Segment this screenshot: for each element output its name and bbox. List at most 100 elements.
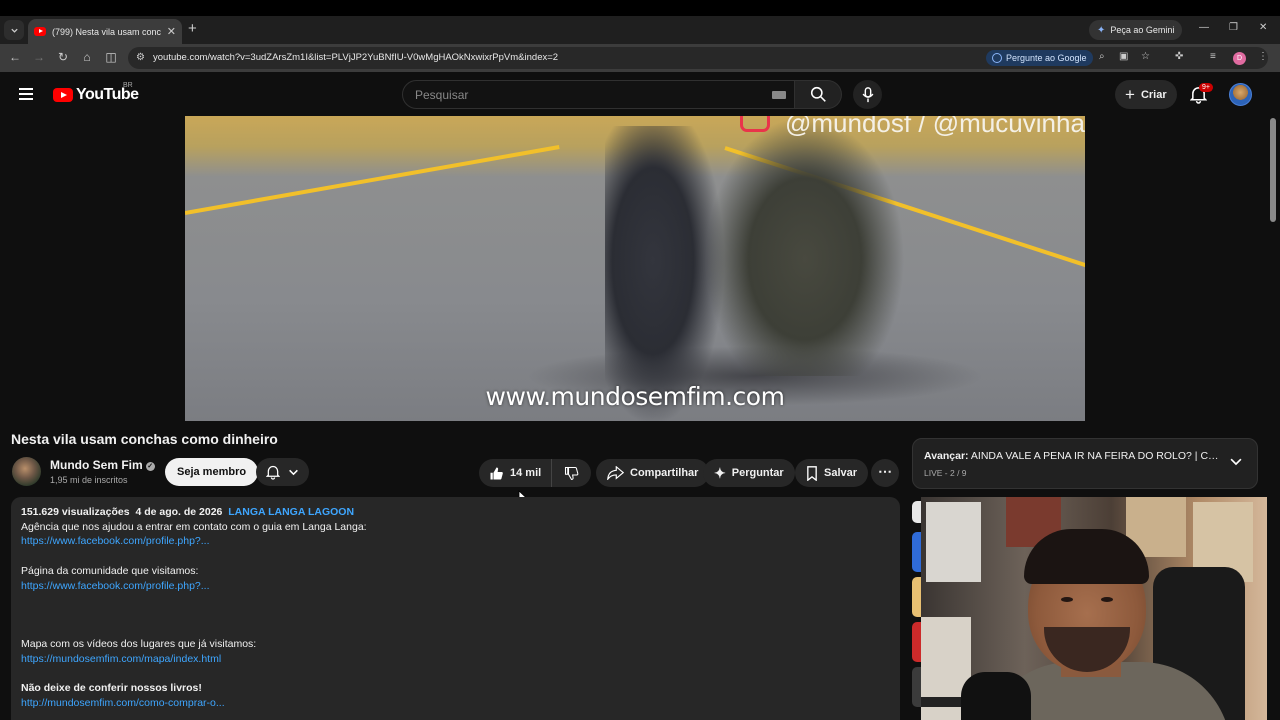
page-scrollbar[interactable] bbox=[1270, 118, 1276, 222]
install-app-icon[interactable]: ▣ bbox=[1119, 51, 1128, 62]
more-actions-button[interactable]: ⋯ bbox=[871, 459, 899, 487]
playlist-status: LIVE - 2 / 9 bbox=[924, 468, 967, 478]
channel-avatar[interactable] bbox=[12, 457, 41, 486]
ask-label: Perguntar bbox=[731, 467, 784, 479]
video-overlay-handles: @mundosf / @mucuvinha bbox=[785, 116, 1085, 138]
road-line-left bbox=[185, 145, 560, 215]
save-button[interactable]: Salvar bbox=[795, 459, 869, 487]
chevron-down-icon bbox=[289, 469, 298, 475]
join-member-button[interactable]: Seja membro bbox=[165, 458, 259, 486]
chevron-down-icon[interactable] bbox=[1229, 455, 1243, 469]
menu-hamburger-icon[interactable] bbox=[19, 88, 33, 103]
microphone bbox=[961, 672, 1031, 720]
gemini-icon: ✦ bbox=[1097, 24, 1106, 36]
zoom-icon[interactable]: ⌕ bbox=[1099, 51, 1105, 62]
plus-icon: + bbox=[1125, 84, 1135, 104]
video-description[interactable]: 151.629 visualizações 4 de ago. de 2026 … bbox=[11, 497, 900, 720]
ask-google-button[interactable]: Pergunte ao Google bbox=[986, 50, 1093, 66]
media-controls-icon[interactable]: ≡ bbox=[1210, 51, 1216, 62]
reload-icon[interactable]: ↻ bbox=[55, 50, 71, 64]
voice-search-button[interactable] bbox=[853, 80, 882, 109]
restore-icon[interactable]: ❐ bbox=[1229, 22, 1238, 33]
home-icon[interactable]: ⌂ bbox=[79, 50, 95, 64]
forward-icon[interactable]: → bbox=[31, 50, 47, 64]
dislike-button[interactable] bbox=[552, 459, 591, 487]
youtube-play-icon bbox=[53, 88, 73, 102]
chevron-down-icon bbox=[10, 28, 18, 33]
share-button[interactable]: Compartilhar bbox=[596, 459, 710, 487]
site-info-icon[interactable]: ⚙ bbox=[136, 52, 145, 63]
gemini-button[interactable]: ✦ Peça ao Gemini bbox=[1089, 20, 1183, 40]
video-player[interactable]: @mundosf / @mucuvinha www.mundosemfim.co… bbox=[185, 116, 1085, 421]
youtube-header: YouTube BR Pesquisar + Criar 9+ bbox=[0, 72, 1280, 116]
playlist-panel[interactable]: Avançar: AINDA VALE A PENA IR NA FEIRA D… bbox=[912, 438, 1258, 489]
tab-title: (799) Nesta vila usam conchas como dinhe… bbox=[52, 26, 161, 37]
save-label: Salvar bbox=[824, 467, 858, 479]
like-dislike-group: 14 mil bbox=[479, 459, 592, 487]
create-button[interactable]: + Criar bbox=[1115, 80, 1177, 109]
description-line: Página da comunidade que visitamos: bbox=[21, 564, 199, 577]
playlist-next-prefix: Avançar: bbox=[924, 450, 969, 462]
share-icon bbox=[607, 466, 624, 480]
close-window-icon[interactable]: ✕ bbox=[1259, 22, 1267, 33]
thumbs-up-icon bbox=[490, 467, 503, 479]
video-person-right bbox=[705, 116, 905, 376]
search-input[interactable]: Pesquisar bbox=[402, 80, 795, 109]
browser-tab-active[interactable]: (799) Nesta vila usam conchas como dinhe… bbox=[28, 19, 182, 44]
ask-button[interactable]: ✦ Perguntar bbox=[703, 459, 795, 487]
search-icon bbox=[810, 86, 826, 102]
person-eye bbox=[1061, 597, 1073, 602]
thumbs-down-icon bbox=[565, 466, 579, 480]
video-title: Nesta vila usam conchas como dinheiro bbox=[11, 431, 278, 447]
description-line: Agência que nos ajudou a entrar em conta… bbox=[21, 520, 367, 533]
share-label: Compartilhar bbox=[630, 467, 699, 479]
minimize-icon[interactable]: — bbox=[1199, 22, 1209, 33]
search-button[interactable] bbox=[795, 80, 842, 109]
description-line: Não deixe de conferir nossos livros! bbox=[21, 682, 202, 695]
notifications-badge: 9+ bbox=[1199, 83, 1213, 92]
view-count: 151.629 visualizações bbox=[21, 506, 130, 518]
channel-name-text: Mundo Sem Fim bbox=[50, 458, 143, 472]
browser-tab-bar: (799) Nesta vila usam conchas como dinhe… bbox=[0, 16, 1280, 44]
gemini-label: Peça ao Gemini bbox=[1110, 25, 1175, 35]
create-label: Criar bbox=[1140, 88, 1167, 101]
split-view-icon[interactable]: ◫ bbox=[103, 50, 119, 64]
back-icon[interactable]: ← bbox=[7, 50, 23, 64]
description-link[interactable]: https://www.facebook.com/profile.php?... bbox=[21, 579, 890, 594]
screen-top-strip bbox=[0, 0, 1280, 16]
browser-menu-icon[interactable]: ⋮ bbox=[1258, 51, 1268, 62]
user-avatar[interactable] bbox=[1229, 83, 1252, 106]
description-link[interactable]: http://mundosemfim.com/como-comprar-o... bbox=[21, 696, 890, 711]
url-text: youtube.com/watch?v=3udZArsZm1I&list=PLV… bbox=[153, 52, 559, 63]
instagram-icon bbox=[740, 116, 770, 132]
ask-google-label: Pergunte ao Google bbox=[1006, 53, 1087, 63]
channel-name[interactable]: Mundo Sem Fim ✓ bbox=[50, 458, 155, 472]
verified-icon: ✓ bbox=[145, 462, 155, 471]
person-eye bbox=[1101, 597, 1113, 602]
publish-date: 4 de ago. de 2026 bbox=[135, 506, 223, 518]
country-code: BR bbox=[123, 82, 133, 89]
subscriber-count: 1,95 mi de inscritos bbox=[50, 475, 128, 485]
microphone-icon bbox=[862, 86, 873, 102]
playlist-next-title: Avançar: AINDA VALE A PENA IR NA FEIRA D… bbox=[924, 450, 1219, 462]
close-tab-icon[interactable]: ✕ bbox=[167, 25, 176, 38]
description-link[interactable]: https://mundosemfim.com/mapa/index.html bbox=[21, 652, 890, 667]
webcam-overlay bbox=[921, 497, 1267, 720]
keyboard-icon[interactable] bbox=[772, 91, 786, 99]
search-placeholder: Pesquisar bbox=[415, 88, 469, 102]
google-lens-icon bbox=[992, 53, 1002, 63]
address-bar[interactable]: ⚙ youtube.com/watch?v=3udZArsZm1I&list=P… bbox=[128, 47, 1268, 69]
browser-profile-avatar[interactable]: D bbox=[1233, 52, 1246, 65]
youtube-favicon-icon bbox=[34, 27, 46, 36]
bell-icon bbox=[266, 466, 280, 480]
bookmark-star-icon[interactable]: ☆ bbox=[1141, 51, 1150, 62]
tab-search-button[interactable] bbox=[4, 20, 24, 40]
location-tag-link[interactable]: LANGA LANGA LAGOON bbox=[228, 506, 354, 518]
like-count: 14 mil bbox=[510, 467, 542, 479]
subscription-notifications-button[interactable] bbox=[256, 458, 309, 486]
like-button[interactable]: 14 mil bbox=[479, 459, 553, 487]
sparkle-icon: ✦ bbox=[714, 464, 726, 481]
new-tab-button[interactable]: + bbox=[188, 20, 197, 38]
description-link[interactable]: https://www.facebook.com/profile.php?... bbox=[21, 534, 890, 549]
extensions-icon[interactable]: ✜ bbox=[1175, 51, 1183, 62]
